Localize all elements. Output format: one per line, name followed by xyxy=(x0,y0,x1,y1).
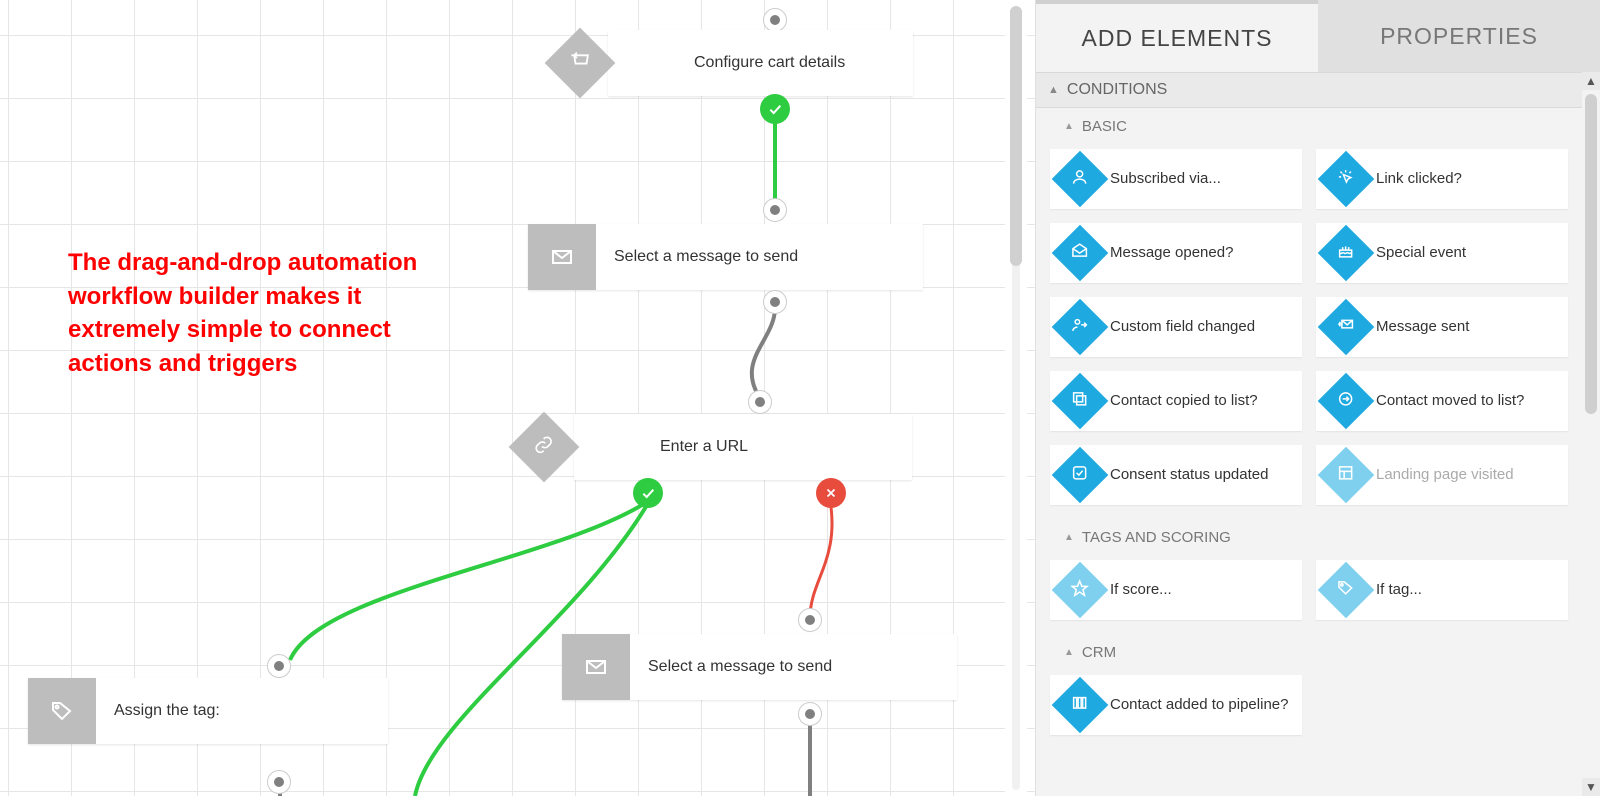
node-enter-url[interactable]: Enter a URL xyxy=(574,414,912,480)
tile-label: Contact copied to list? xyxy=(1110,392,1268,411)
connector-success-badge[interactable] xyxy=(760,94,790,124)
tile-label: If score... xyxy=(1110,581,1182,600)
tag-icon xyxy=(1318,562,1375,619)
condition-link-clicked[interactable]: Link clicked? xyxy=(1316,149,1568,209)
envelope-arrow-icon xyxy=(1318,299,1375,356)
node-port[interactable] xyxy=(267,770,291,794)
node-port[interactable] xyxy=(798,702,822,726)
node-assign-tag[interactable]: Assign the tag: xyxy=(28,678,388,744)
tile-label: Subscribed via... xyxy=(1110,170,1231,189)
move-icon xyxy=(1318,373,1375,430)
condition-special-event[interactable]: Special event xyxy=(1316,223,1568,283)
connector-success-badge[interactable] xyxy=(633,478,663,508)
subsection-basic[interactable]: ▲ BASIC xyxy=(1036,108,1582,139)
cart-icon xyxy=(569,50,591,77)
node-configure-cart[interactable]: Configure cart details xyxy=(608,30,913,96)
layout-icon xyxy=(1318,447,1375,504)
node-port[interactable] xyxy=(798,608,822,632)
tile-label: Contact added to pipeline? xyxy=(1110,696,1298,715)
condition-contact-moved[interactable]: Contact moved to list? xyxy=(1316,371,1568,431)
chevron-up-icon: ▲ xyxy=(1048,84,1059,96)
tile-label: Special event xyxy=(1376,244,1476,263)
condition-landing-page[interactable]: Landing page visited xyxy=(1316,445,1568,505)
chevron-up-icon: ▲ xyxy=(1064,532,1074,543)
check-square-icon xyxy=(1052,447,1109,504)
node-select-message-1[interactable]: Select a message to send xyxy=(528,224,923,290)
star-icon xyxy=(1052,562,1109,619)
node-port[interactable] xyxy=(267,654,291,678)
panel-tabs: ADD ELEMENTS PROPERTIES xyxy=(1036,0,1600,72)
tile-label: Landing page visited xyxy=(1376,466,1524,485)
condition-contact-pipeline[interactable]: Contact added to pipeline? xyxy=(1050,675,1302,735)
tile-label: If tag... xyxy=(1376,581,1432,600)
condition-if-tag[interactable]: If tag... xyxy=(1316,560,1568,620)
tag-icon xyxy=(28,678,96,744)
chevron-up-icon: ▲ xyxy=(1064,121,1074,132)
link-icon xyxy=(534,435,554,460)
canvas-scrollbar[interactable] xyxy=(1005,0,1027,796)
node-port[interactable] xyxy=(748,390,772,414)
scroll-down-icon[interactable]: ▼ xyxy=(1582,778,1600,796)
envelope-icon xyxy=(562,634,630,700)
node-select-message-2[interactable]: Select a message to send xyxy=(562,634,957,700)
node-label: Configure cart details xyxy=(676,54,863,72)
condition-message-sent[interactable]: Message sent xyxy=(1316,297,1568,357)
copy-icon xyxy=(1052,373,1109,430)
person-icon xyxy=(1052,151,1109,208)
tab-properties[interactable]: PROPERTIES xyxy=(1318,0,1600,72)
node-label: Select a message to send xyxy=(630,658,850,676)
tile-label: Link clicked? xyxy=(1376,170,1472,189)
person-arrow-icon xyxy=(1052,299,1109,356)
section-conditions[interactable]: ▲ CONDITIONS xyxy=(1036,72,1582,108)
condition-subscribed-via[interactable]: Subscribed via... xyxy=(1050,149,1302,209)
connector-fail-badge[interactable] xyxy=(816,478,846,508)
pipeline-icon xyxy=(1052,677,1109,734)
condition-consent-updated[interactable]: Consent status updated xyxy=(1050,445,1302,505)
node-label: Assign the tag: xyxy=(96,702,238,720)
workflow-canvas[interactable]: Configure cart details Select a message … xyxy=(0,0,1035,796)
envelope-icon xyxy=(528,224,596,290)
envelope-open-icon xyxy=(1052,225,1109,282)
tile-label: Message opened? xyxy=(1110,244,1243,263)
subsection-crm[interactable]: ▲ CRM xyxy=(1036,634,1582,665)
side-panel: ADD ELEMENTS PROPERTIES ▲ CONDITIONS ▲ B… xyxy=(1035,0,1600,796)
overlay-annotation: The drag-and-drop automation workflow bu… xyxy=(68,246,448,380)
cake-icon xyxy=(1318,225,1375,282)
tab-add-elements[interactable]: ADD ELEMENTS xyxy=(1036,0,1318,72)
tile-label: Contact moved to list? xyxy=(1376,392,1534,411)
tile-label: Consent status updated xyxy=(1110,466,1278,485)
tile-label: Custom field changed xyxy=(1110,318,1265,337)
condition-contact-copied[interactable]: Contact copied to list? xyxy=(1050,371,1302,431)
cart-diamond-icon xyxy=(608,30,676,96)
node-label: Enter a URL xyxy=(642,438,766,456)
node-port[interactable] xyxy=(763,290,787,314)
node-port[interactable] xyxy=(763,8,787,32)
tile-label: Message sent xyxy=(1376,318,1479,337)
node-port[interactable] xyxy=(763,198,787,222)
diamond-icon-wrap xyxy=(546,29,614,97)
condition-custom-field-changed[interactable]: Custom field changed xyxy=(1050,297,1302,357)
click-icon xyxy=(1318,151,1375,208)
chevron-up-icon: ▲ xyxy=(1064,647,1074,658)
condition-if-score[interactable]: If score... xyxy=(1050,560,1302,620)
subsection-tags-scoring[interactable]: ▲ TAGS AND SCORING xyxy=(1036,519,1582,550)
panel-scrollbar[interactable]: ▲ ▼ xyxy=(1582,72,1600,796)
scroll-up-icon[interactable]: ▲ xyxy=(1582,72,1600,90)
node-label: Select a message to send xyxy=(596,248,816,266)
condition-message-opened[interactable]: Message opened? xyxy=(1050,223,1302,283)
diamond-icon-wrap xyxy=(510,413,578,481)
